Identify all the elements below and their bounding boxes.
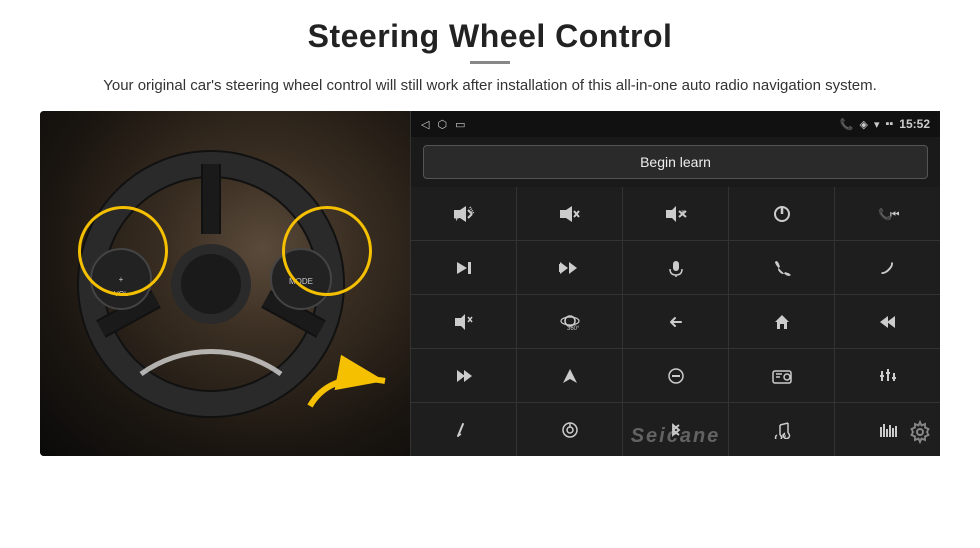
back-icon[interactable]: ◁ (421, 118, 429, 131)
phone-status-icon: 📞 (840, 118, 854, 131)
battery-icon: ▪▪ (885, 118, 893, 130)
home-nav-button[interactable] (729, 295, 834, 348)
svg-text:+: + (119, 275, 124, 284)
svg-text:⏮: ⏮ (890, 209, 899, 221)
vol-up-button[interactable]: + (411, 187, 516, 240)
title-divider (470, 61, 510, 64)
equalizer-button[interactable] (835, 349, 940, 402)
menu-circle-button[interactable] (517, 403, 622, 456)
android-panel: ◁ ⬡ ▭ 📞 ◈ ▾ ▪▪ 15:52 Begin learn (410, 111, 940, 456)
end-call-button[interactable] (835, 241, 940, 294)
radio-button[interactable] (729, 349, 834, 402)
mute-button[interactable]: × (623, 187, 728, 240)
svg-text:+: + (454, 213, 459, 223)
gear-settings-icon[interactable] (908, 420, 932, 450)
back-nav-button[interactable] (623, 295, 728, 348)
next-track-button[interactable] (411, 241, 516, 294)
svg-text:MODE: MODE (289, 277, 313, 286)
fast-forward-button[interactable] (517, 241, 622, 294)
recents-icon[interactable]: ▭ (455, 118, 465, 131)
page-container: Steering Wheel Control Your original car… (0, 0, 980, 548)
clock: 15:52 (899, 117, 930, 131)
begin-learn-row: Begin learn (411, 137, 940, 187)
controls-grid: + × 📞⏮ (411, 187, 940, 456)
arrow-overlay (300, 351, 400, 426)
svg-text:VOL: VOL (114, 291, 128, 298)
music-button[interactable]: ⚙ (729, 403, 834, 456)
skip-forward-button[interactable] (411, 349, 516, 402)
bluetooth-button[interactable] (623, 403, 728, 456)
location-status-icon: ◈ (859, 118, 867, 131)
call-prev-button[interactable]: 📞⏮ (835, 187, 940, 240)
steering-wheel-bg: + VOL MODE (40, 111, 410, 456)
eject-button[interactable] (623, 349, 728, 402)
speaker-button[interactable] (411, 295, 516, 348)
steering-wheel-panel: + VOL MODE (40, 111, 410, 456)
wifi-status-icon: ▾ (874, 118, 880, 131)
svg-text:×: × (681, 209, 685, 216)
page-title: Steering Wheel Control (308, 18, 673, 55)
mic-button[interactable] (623, 241, 728, 294)
status-bar-right: 📞 ◈ ▾ ▪▪ 15:52 (840, 117, 930, 131)
navigation-button[interactable] (517, 349, 622, 402)
vol-down-button[interactable] (517, 187, 622, 240)
camera-360-button[interactable]: 360° (517, 295, 622, 348)
svg-text:360°: 360° (567, 326, 580, 331)
rewind-button[interactable] (835, 295, 940, 348)
phone-call-button[interactable] (729, 241, 834, 294)
status-bar: ◁ ⬡ ▭ 📞 ◈ ▾ ▪▪ 15:52 (411, 111, 940, 137)
power-button[interactable] (729, 187, 834, 240)
begin-learn-button[interactable]: Begin learn (423, 145, 928, 179)
content-row: + VOL MODE (40, 111, 940, 456)
page-subtitle: Your original car's steering wheel contr… (103, 74, 877, 97)
svg-text:⚙: ⚙ (781, 433, 786, 439)
edit-button[interactable] (411, 403, 516, 456)
status-bar-left: ◁ ⬡ ▭ (421, 118, 465, 131)
home-circle-icon[interactable]: ⬡ (437, 118, 447, 131)
